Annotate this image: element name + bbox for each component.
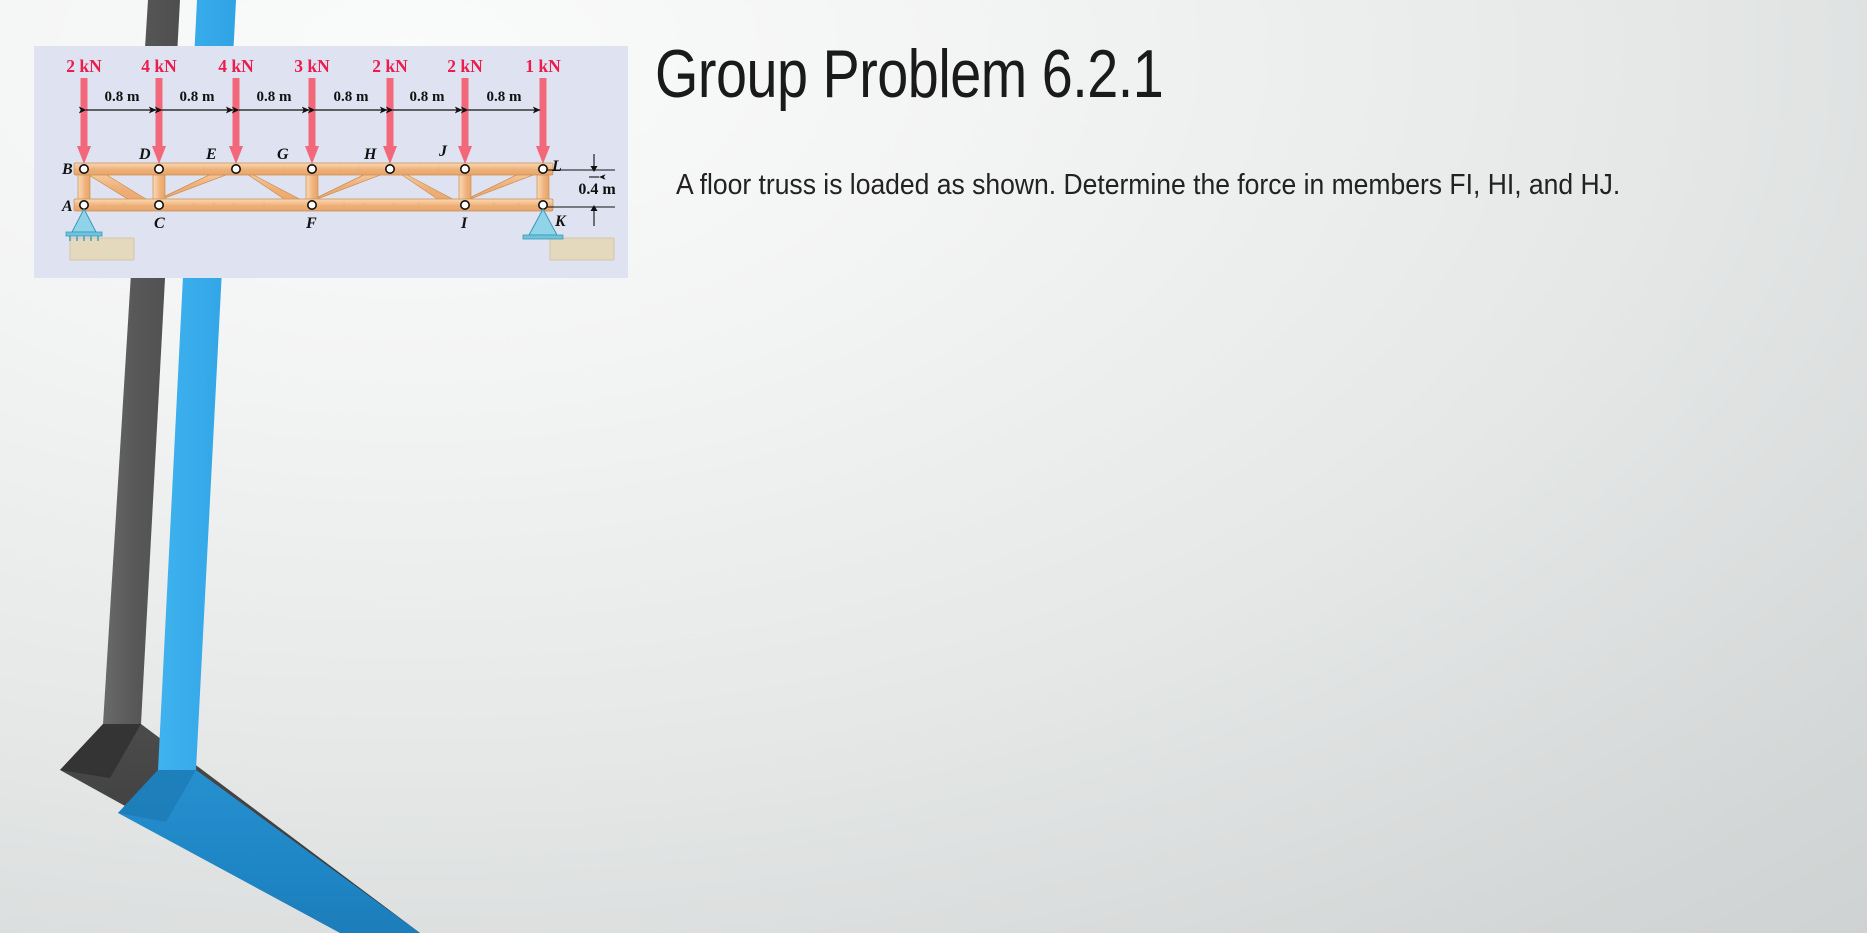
node-label-C: C	[154, 215, 165, 232]
node-label-H: H	[363, 146, 377, 163]
load-label-6: 1 kN	[525, 56, 561, 76]
load-label-2: 4 kN	[218, 56, 254, 76]
page-title: Group Problem 6.2.1	[655, 36, 1164, 112]
truss-diagram: 2 kN 4 kN 4 kN 3 kN 2 kN 2 kN 1 kN 0.8 m…	[34, 46, 628, 278]
span-label-3: 0.8 m	[334, 89, 370, 105]
span-label-1: 0.8 m	[180, 89, 216, 105]
load-label-1: 4 kN	[141, 56, 177, 76]
truss-figure: 2 kN 4 kN 4 kN 3 kN 2 kN 2 kN 1 kN 0.8 m…	[34, 46, 628, 278]
node-label-G: G	[277, 146, 289, 163]
slide-canvas: 2 kN 4 kN 4 kN 3 kN 2 kN 2 kN 1 kN 0.8 m…	[0, 0, 1867, 933]
node-label-L: L	[551, 158, 562, 175]
node-label-D: D	[138, 146, 151, 163]
load-label-4: 2 kN	[372, 56, 408, 76]
node-label-F: F	[305, 215, 317, 232]
node-label-I: I	[460, 215, 468, 232]
span-label-4: 0.8 m	[410, 89, 446, 105]
node-label-J: J	[438, 143, 448, 160]
node-label-B: B	[61, 161, 73, 178]
load-label-3: 3 kN	[294, 56, 330, 76]
node-label-A: A	[61, 198, 73, 215]
span-label-0: 0.8 m	[105, 89, 141, 105]
load-label-5: 2 kN	[447, 56, 483, 76]
problem-statement: A floor truss is loaded as shown. Determ…	[676, 169, 1621, 201]
node-label-E: E	[205, 146, 217, 163]
load-label-0: 2 kN	[66, 56, 102, 76]
node-label-K: K	[554, 213, 567, 230]
height-dimension-label: 0.4 m	[578, 181, 616, 198]
span-label-5: 0.8 m	[487, 89, 523, 105]
span-label-2: 0.8 m	[257, 89, 293, 105]
